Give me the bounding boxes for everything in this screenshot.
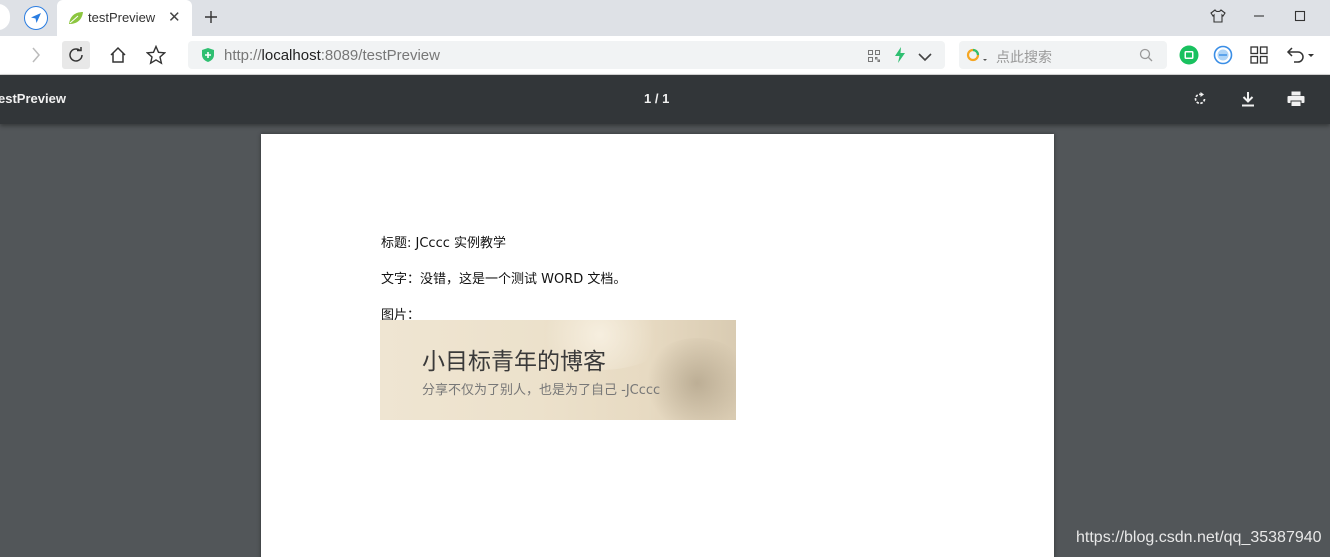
tab-strip: testPreview ✕ <box>0 0 1330 36</box>
print-icon[interactable] <box>1284 87 1308 111</box>
tab-testpreview[interactable]: testPreview ✕ <box>57 0 192 36</box>
qr-code-icon[interactable] <box>868 49 880 67</box>
address-bar[interactable]: http://localhost:8089/testPreview <box>188 41 945 69</box>
search-icon[interactable] <box>1139 48 1153 67</box>
skin-shirt-icon[interactable] <box>1205 5 1231 27</box>
chevron-down-icon[interactable] <box>918 49 932 67</box>
tab-title: testPreview <box>88 10 156 25</box>
pdf-page: 标题: JCccc 实例教学 文字：没错，这是一个测试 WORD 文档。 图片：… <box>261 134 1054 557</box>
rotate-icon[interactable] <box>1188 87 1212 111</box>
secure-shield-icon[interactable] <box>200 47 216 68</box>
navigation-compass-icon[interactable] <box>24 6 48 30</box>
profile-button[interactable] <box>0 4 10 30</box>
search-placeholder: 点此搜索 <box>996 49 1052 65</box>
speed-mode-bolt-icon[interactable] <box>894 47 906 68</box>
banner-title: 小目标青年的博客 <box>422 349 606 375</box>
doc-text-line: 文字：没错，这是一个测试 WORD 文档。 <box>381 272 627 287</box>
banner-subtitle: 分享不仅为了别人，也是为了自己 -JCccc <box>422 383 661 398</box>
forward-button[interactable] <box>22 41 50 69</box>
download-icon[interactable] <box>1236 87 1260 111</box>
undo-close-tab-icon[interactable] <box>1285 45 1317 65</box>
page-indicator[interactable]: 1 / 1 <box>644 91 669 106</box>
pdf-viewer-toolbar: estPreview 1 / 1 <box>0 75 1330 124</box>
apps-grid-icon[interactable] <box>1249 45 1269 65</box>
blog-banner-image: 小目标青年的博客 分享不仅为了别人，也是为了自己 -JCccc <box>380 320 736 420</box>
home-button[interactable] <box>104 41 132 69</box>
url-text[interactable]: http://localhost:8089/testPreview <box>224 47 440 64</box>
pdf-document-title: estPreview <box>0 91 66 106</box>
search-box[interactable]: 点此搜索 <box>959 41 1167 69</box>
reload-button[interactable] <box>62 41 90 69</box>
spring-leaf-icon <box>68 11 84 30</box>
tab-close-icon[interactable]: ✕ <box>168 10 181 26</box>
wechat-extension-icon[interactable] <box>1179 45 1199 65</box>
browser-toolbar: http://localhost:8089/testPreview 点此搜索 <box>0 36 1330 75</box>
maximize-button[interactable] <box>1287 5 1313 27</box>
csdn-watermark: https://blog.csdn.net/qq_35387940 <box>1076 529 1322 546</box>
bookmark-star-button[interactable] <box>142 41 170 69</box>
doc-title-line: 标题: JCccc 实例教学 <box>381 236 506 251</box>
minimize-button[interactable] <box>1246 5 1272 27</box>
screenshot-extension-icon[interactable] <box>1213 45 1233 65</box>
search-engine-icon[interactable] <box>966 48 990 69</box>
new-tab-button[interactable] <box>200 6 222 28</box>
